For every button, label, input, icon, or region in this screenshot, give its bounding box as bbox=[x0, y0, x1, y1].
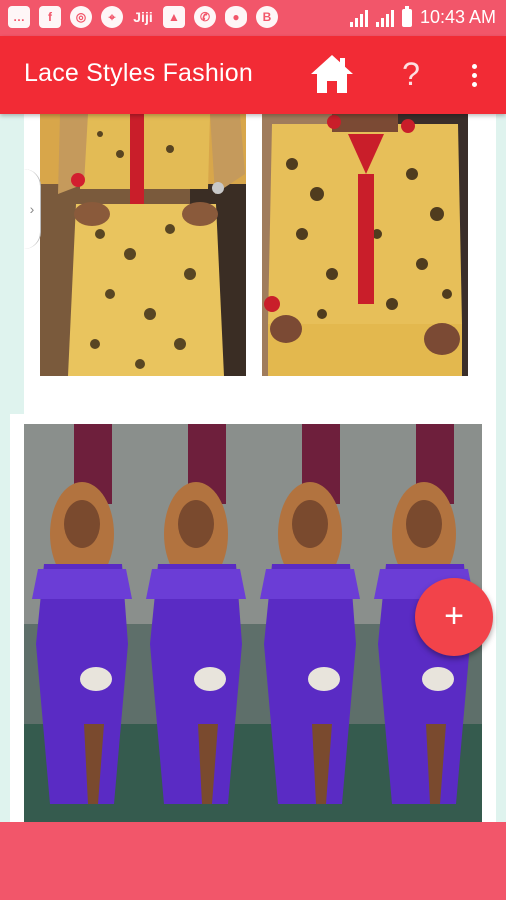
bottom-bar bbox=[0, 822, 506, 900]
eye-icon: ● bbox=[225, 6, 247, 28]
home-button[interactable] bbox=[308, 52, 356, 96]
gallery-card-gold[interactable] bbox=[24, 114, 496, 414]
dribbble-icon: ◎ bbox=[70, 6, 92, 28]
signal-icon-2 bbox=[375, 9, 394, 27]
battery-icon bbox=[401, 5, 412, 27]
message-icon: … bbox=[8, 6, 30, 28]
home-icon bbox=[311, 55, 353, 93]
overflow-menu-icon bbox=[471, 63, 477, 69]
help-button[interactable]: ? bbox=[396, 54, 426, 94]
signal-icon bbox=[349, 9, 368, 27]
app-bar: Lace Styles Fashion ? bbox=[0, 36, 506, 114]
gold-lace-outfit-photo-left[interactable] bbox=[40, 114, 246, 376]
status-clock: 10:43 AM bbox=[419, 7, 496, 27]
overflow-menu-button[interactable] bbox=[462, 58, 486, 92]
gallery-scroll-area[interactable]: › bbox=[0, 114, 506, 822]
whatsapp-icon: ✆ bbox=[194, 6, 216, 28]
jiji-icon: Jiji bbox=[133, 9, 153, 25]
image-icon: ▲ bbox=[163, 6, 185, 28]
app-title: Lace Styles Fashion bbox=[24, 59, 253, 87]
facebook-icon: f bbox=[39, 6, 61, 28]
chevron-right-icon: › bbox=[29, 201, 35, 217]
notification-icons: … f ◎ ⌖ Jiji ▲ ✆ ● B bbox=[8, 6, 278, 28]
bitcoin-icon: B bbox=[256, 6, 278, 28]
side-drawer-handle[interactable]: › bbox=[24, 169, 41, 249]
status-bar: … f ◎ ⌖ Jiji ▲ ✆ ● B 10:43 AM bbox=[0, 0, 506, 36]
add-fab-button[interactable]: + bbox=[415, 578, 493, 656]
purple-lace-dress-collage[interactable] bbox=[24, 424, 482, 822]
gold-lace-outfit-photo-right[interactable] bbox=[262, 114, 468, 376]
compass-icon: ⌖ bbox=[101, 6, 123, 28]
